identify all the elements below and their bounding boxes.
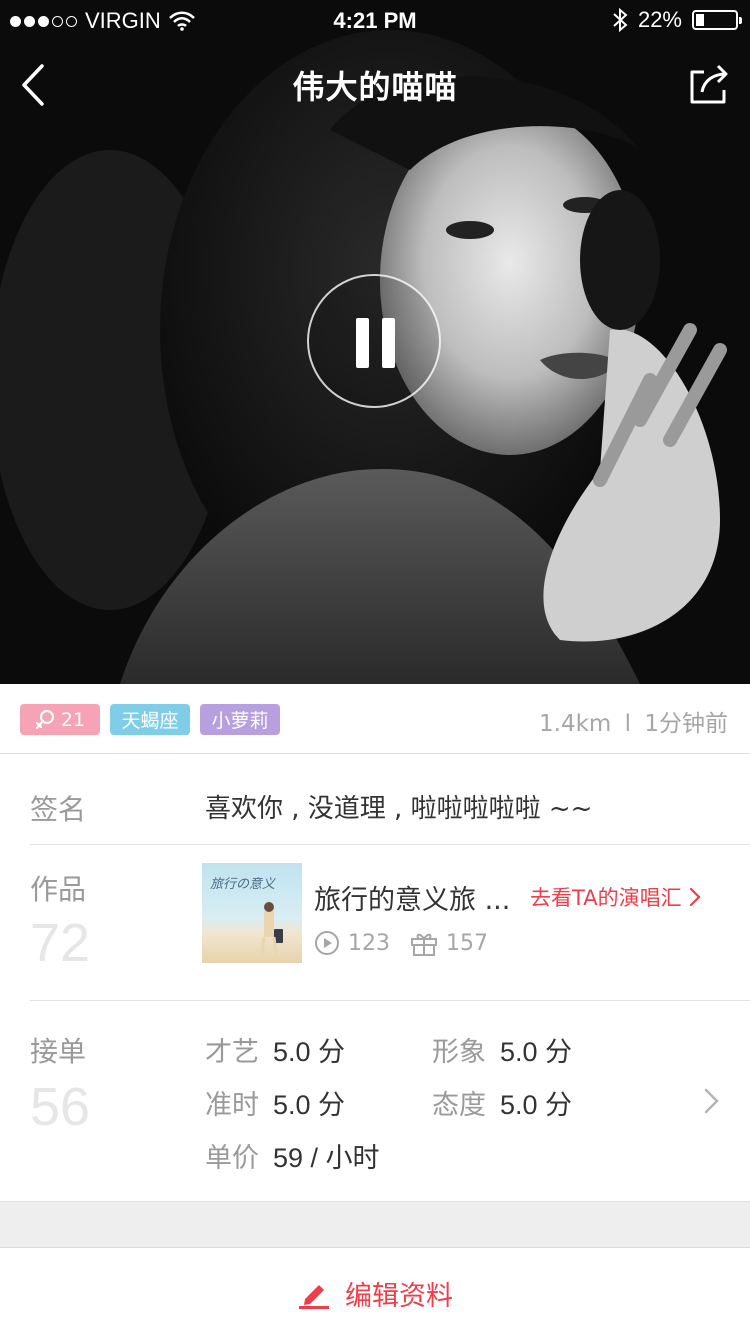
rating-value: 5.0 分 [273,1037,346,1067]
tags-row: 21 天蝎座 小萝莉 1.4km l 1分钟前 [0,684,750,754]
play-icon [315,931,339,955]
signature-label: 签名 [30,793,87,826]
gender-age-tag: 21 [20,704,100,735]
works-count: 72 [30,913,91,973]
rating-punctuality: 准时 5.0 分 [205,1083,345,1122]
orders-label: 接单 [30,1035,87,1068]
distance: 1.4km [539,711,612,737]
profile-hero: VIRGIN 4:21 PM 22% 伟大的喵喵 [0,0,750,684]
gift-icon [411,933,437,956]
chevron-right-icon[interactable] [702,1086,722,1116]
works-row: 作品 72 旅行の意义 旅行的意义旅 ... 去看TA的演唱汇 123 157 [0,844,750,1000]
bluetooth-icon [613,8,628,32]
rating-value: 5.0 分 [500,1037,573,1067]
rating-attitude: 态度 5.0 分 [432,1083,572,1122]
pencil-icon [299,1284,329,1309]
distance-time: 1.4km l 1分钟前 [539,704,728,738]
album-cover[interactable]: 旅行の意义 [202,863,302,963]
price-value: 59 / 小时 [273,1143,380,1173]
meta-separator: l [624,711,632,737]
edit-profile-button[interactable]: 编辑资料 [0,1248,750,1334]
rating-value: 5.0 分 [500,1090,573,1120]
gift-count: 157 [410,930,488,956]
rating-talent: 才艺 5.0 分 [205,1030,345,1069]
play-count: 123 [314,930,390,956]
battery-icon [692,10,742,30]
orders-count: 56 [30,1077,91,1137]
work-stats: 123 157 [314,930,508,956]
signature-row: 签名 喜欢你 , 没道理 , 啦啦啦啦啦 ~~ [0,754,750,844]
album-figure [260,902,283,956]
view-concert-label: 去看TA的演唱汇 [530,886,682,910]
style-tag: 小萝莉 [200,704,280,735]
pause-icon [356,318,369,368]
pause-button[interactable] [307,274,441,408]
signature-text: 喜欢你 , 没道理 , 啦啦啦啦啦 ~~ [205,794,593,824]
page-title: 伟大的喵喵 [292,68,458,106]
battery-percent: 22% [637,7,682,32]
rating-name: 态度 [432,1090,486,1121]
view-concert-link[interactable]: 去看TA的演唱汇 [530,882,702,912]
female-icon [35,709,55,729]
rating-name: 才艺 [205,1037,259,1068]
orders-row[interactable]: 接单 56 才艺 5.0 分 形象 5.0 分 准时 5.0 分 态度 5.0 … [0,1000,750,1202]
section-spacer [0,1202,750,1248]
age-value: 21 [60,708,86,731]
nav-bar: 伟大的喵喵 [0,40,750,128]
chevron-right-icon [689,887,701,907]
works-label: 作品 [30,873,87,906]
rating-name: 准时 [205,1090,259,1121]
last-seen: 1分钟前 [644,711,728,737]
unit-price: 单价 59 / 小时 [205,1136,380,1175]
status-right: 22% [612,7,742,33]
rating-name: 形象 [432,1037,486,1068]
rating-value: 5.0 分 [273,1090,346,1120]
share-icon[interactable] [686,62,732,108]
rating-image: 形象 5.0 分 [432,1030,572,1069]
zodiac-tag: 天蝎座 [110,704,190,735]
status-bar: VIRGIN 4:21 PM 22% [0,0,750,40]
gift-count-value: 157 [446,930,488,956]
price-label: 单价 [205,1143,259,1174]
edit-profile-content: 编辑资料 [0,1274,750,1313]
edit-profile-label: 编辑资料 [345,1281,453,1312]
play-count-value: 123 [348,930,390,956]
work-title[interactable]: 旅行的意义旅 ... [314,878,510,917]
